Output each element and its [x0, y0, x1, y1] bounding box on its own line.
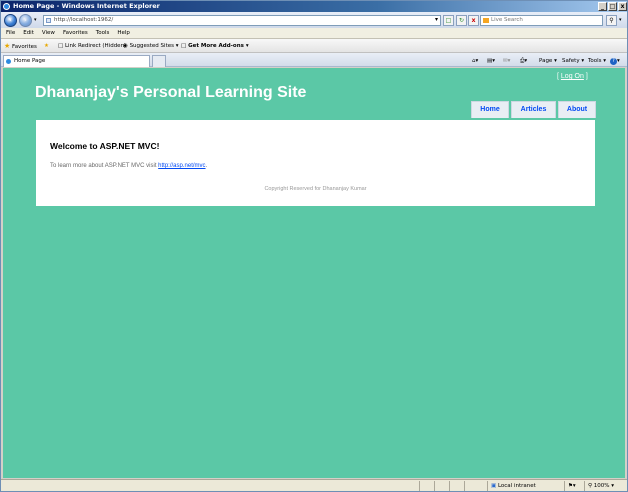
- favorites-label: Favorites: [12, 44, 37, 50]
- logon-link[interactable]: Log On: [561, 73, 584, 80]
- help-dropdown: ▾: [617, 58, 620, 64]
- zoom-dropdown-icon: ▾: [611, 483, 615, 489]
- menu-file[interactable]: File: [1, 28, 19, 39]
- learn-more-label: To learn more about ASP.NET MVC visit: [50, 163, 157, 169]
- main-panel: Welcome to ASP.NET MVC! To learn more ab…: [36, 120, 595, 206]
- fav-suggested-sites[interactable]: ◉ Suggested Sites ▾: [123, 41, 179, 51]
- favorites-bar: ★ Favorites ★ □ Link Redirect (Hidden) ◉…: [1, 39, 627, 53]
- help-icon[interactable]: ? ▾: [610, 56, 620, 66]
- favorites-button[interactable]: ★ Favorites: [4, 41, 37, 51]
- feeds-icon[interactable]: ▤▾: [487, 56, 495, 66]
- address-bar[interactable]: http://localhost:1962/: [43, 15, 441, 26]
- status-seg-3: [449, 481, 453, 491]
- back-icon[interactable]: ‹: [4, 14, 17, 27]
- fav-link-redirect[interactable]: □ Link Redirect (Hidden): [58, 41, 126, 51]
- tab-label: Home Page: [14, 58, 46, 64]
- new-tab-button[interactable]: [152, 55, 166, 67]
- maximize-button[interactable]: □: [608, 2, 617, 11]
- address-url: http://localhost:1962/: [54, 17, 114, 23]
- status-zone: ▣ Local intranet: [487, 481, 562, 491]
- close-button[interactable]: x: [618, 2, 627, 11]
- learn-more-text: To learn more about ASP.NET MVC visit ht…: [50, 163, 207, 169]
- menu-view[interactable]: View: [38, 28, 59, 39]
- add-favorites-icon[interactable]: ★: [44, 41, 49, 51]
- ie-logo-icon: [3, 3, 10, 10]
- mail-icon[interactable]: ✉▾: [503, 56, 510, 66]
- welcome-heading: Welcome to ASP.NET MVC!: [50, 141, 160, 151]
- site-title: Dhananjay's Personal Learning Site: [35, 84, 307, 101]
- menu-edit[interactable]: Edit: [19, 28, 38, 39]
- menu-tools[interactable]: Tools: [92, 28, 114, 39]
- fav-get-more-addons-label: Get More Add-ons ▾: [188, 43, 249, 49]
- tab-row: Home Page ⌂▾ ▤▾ ✉▾ ⎙▾ Page ▾ Safety ▾ To…: [1, 53, 627, 67]
- search-input[interactable]: Live Search: [480, 15, 603, 26]
- logon-bracket-open: [: [557, 73, 559, 80]
- forward-icon[interactable]: ›: [19, 14, 32, 27]
- address-row: ‹ › ▾ http://localhost:1962/ ▾ □ ↻ x Liv…: [1, 12, 627, 28]
- window-title: Home Page - Windows Internet Explorer: [13, 2, 160, 10]
- tab-home-page[interactable]: Home Page: [3, 55, 150, 67]
- tools-menu[interactable]: Tools ▾: [588, 56, 606, 66]
- status-zone-label: Local intranet: [497, 483, 536, 489]
- menu-favorites[interactable]: Favorites: [59, 28, 92, 39]
- footer-copyright: Copyright Reserved for Dhananjay Kumar: [264, 186, 367, 192]
- home-icon[interactable]: ⌂▾: [472, 56, 478, 66]
- minimize-button[interactable]: _: [598, 2, 607, 11]
- zoom-level: 100%: [593, 483, 610, 489]
- history-dropdown-icon[interactable]: ▾: [34, 17, 37, 23]
- title-bar: Home Page - Windows Internet Explorer _ …: [1, 1, 627, 12]
- nav-about[interactable]: About: [558, 101, 596, 118]
- asp-net-mvc-link[interactable]: http://asp.net/mvc: [158, 163, 205, 169]
- safety-menu[interactable]: Safety ▾: [562, 56, 584, 66]
- search-options-icon[interactable]: ▾: [619, 17, 622, 23]
- logon-area: [ Log On ]: [557, 73, 588, 80]
- status-seg-1: [419, 481, 423, 491]
- nav-articles[interactable]: Articles: [511, 101, 556, 118]
- stop-icon[interactable]: x: [468, 15, 479, 26]
- logon-bracket-close: ]: [585, 73, 588, 80]
- page-icon: [46, 18, 51, 23]
- page-content: Dhananjay's Personal Learning Site [ Log…: [3, 68, 625, 478]
- live-search-logo-icon: [483, 18, 489, 23]
- zoom-control[interactable]: ⚲ 100% ▾: [584, 481, 614, 491]
- star-icon: ★: [4, 42, 11, 50]
- fav-suggested-sites-label: Suggested Sites ▾: [129, 43, 179, 49]
- learn-more-period: .: [205, 163, 208, 169]
- status-bar: ▣ Local intranet ⚑▾ ⚲ 100% ▾: [1, 479, 627, 491]
- protected-mode-icon[interactable]: ⚑▾: [564, 481, 576, 491]
- address-dropdown-icon[interactable]: ▾: [431, 15, 442, 26]
- nav-home[interactable]: Home: [471, 101, 509, 118]
- status-seg-2: [434, 481, 438, 491]
- tab-ie-icon: [6, 59, 11, 64]
- page-menu[interactable]: Page ▾: [539, 56, 557, 66]
- menu-help[interactable]: Help: [113, 28, 134, 39]
- fav-get-more-addons[interactable]: □ Get More Add-ons ▾: [181, 41, 249, 51]
- browser-window: Home Page - Windows Internet Explorer _ …: [0, 0, 628, 492]
- refresh-icon[interactable]: ↻: [456, 15, 467, 26]
- print-icon[interactable]: ⎙▾: [520, 56, 527, 66]
- status-seg-4: [464, 481, 468, 491]
- intranet-icon: ▣: [491, 483, 497, 489]
- zoom-icon: ⚲: [588, 483, 593, 489]
- fav-link-redirect-label: Link Redirect (Hidden): [64, 43, 127, 49]
- menu-bar: File Edit View Favorites Tools Help: [1, 28, 627, 39]
- compatibility-icon[interactable]: □: [443, 15, 454, 26]
- search-placeholder: Live Search: [491, 17, 523, 23]
- search-icon[interactable]: ⚲: [606, 15, 617, 26]
